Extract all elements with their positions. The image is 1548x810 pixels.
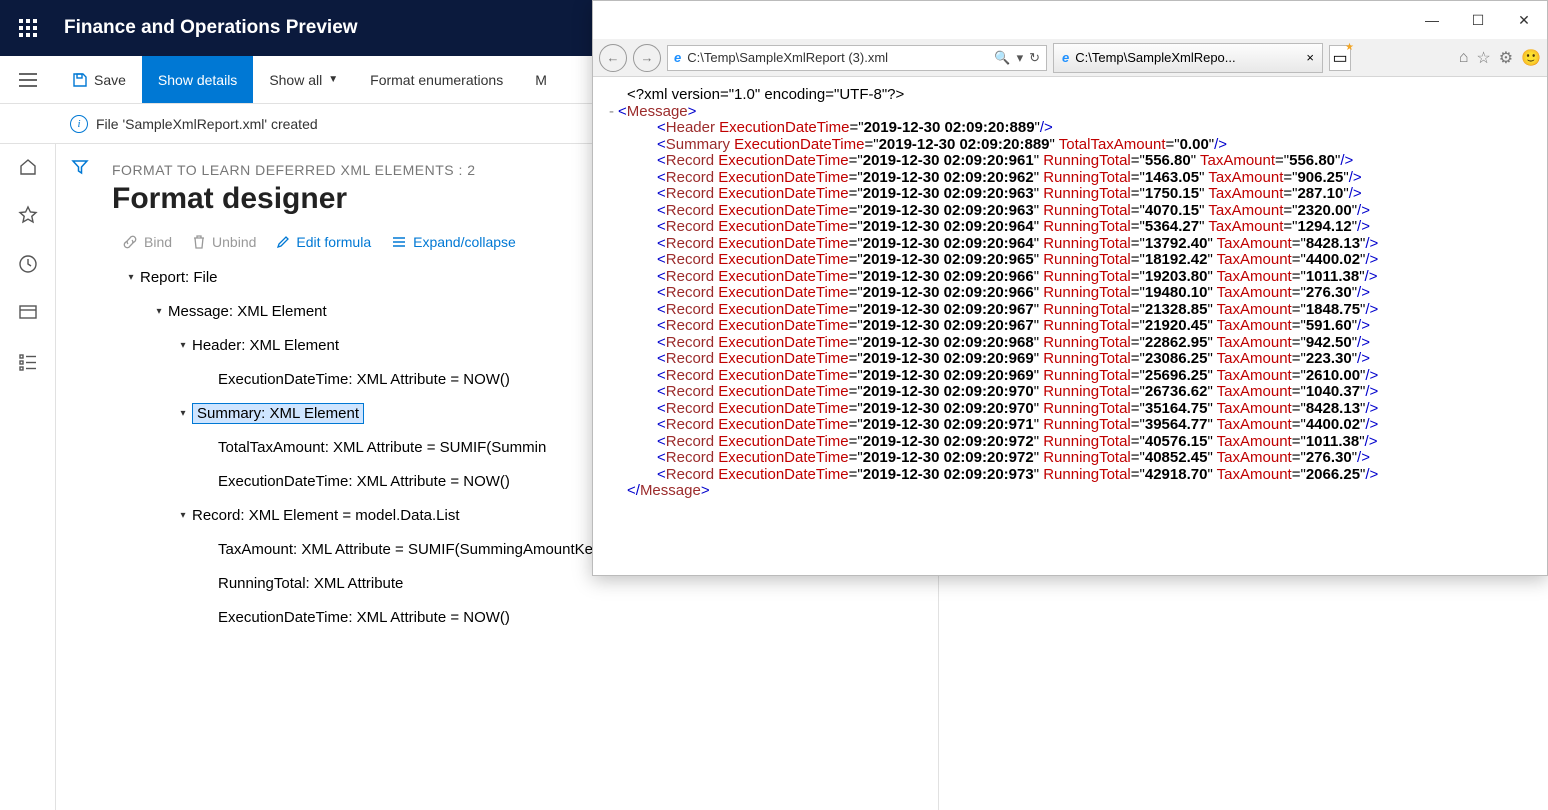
ie-logo-icon: e	[1062, 50, 1069, 65]
waffle-menu[interactable]	[0, 0, 56, 56]
save-icon	[72, 72, 88, 88]
tree-label: Message: XML Element	[168, 303, 327, 320]
tree-label: Summary: XML Element	[192, 403, 364, 424]
refresh-icon[interactable]: ↻	[1029, 50, 1040, 66]
home-icon[interactable]: ⌂	[1459, 49, 1469, 67]
address-bar[interactable]: e C:\Temp\SampleXmlReport (3).xml 🔍 ▾ ↻	[667, 45, 1047, 71]
home-icon[interactable]	[18, 156, 38, 181]
filter-icon[interactable]	[71, 158, 89, 810]
tools-icon[interactable]: ⚙	[1499, 48, 1513, 68]
hamburger-icon	[19, 73, 37, 87]
app-title: Finance and Operations Preview	[56, 17, 358, 39]
tree-label: Header: XML Element	[192, 337, 339, 354]
tree-label: ExecutionDateTime: XML Attribute = NOW()	[218, 473, 510, 490]
show-all-button[interactable]: Show all ▼	[253, 56, 354, 103]
save-button[interactable]: Save	[56, 56, 142, 103]
nav-forward[interactable]: →	[633, 44, 661, 72]
window-close[interactable]: ✕	[1501, 1, 1547, 39]
smiley-icon[interactable]: 🙂	[1521, 48, 1541, 68]
tab-close-icon[interactable]: ×	[1306, 50, 1314, 65]
url-display: C:\Temp\SampleXmlReport (3).xml	[687, 50, 888, 65]
recent-icon[interactable]	[18, 254, 38, 279]
expand-collapse-button[interactable]: Expand/collapse	[391, 234, 516, 250]
window-maximize[interactable]: ☐	[1455, 1, 1501, 39]
list-icon	[391, 236, 407, 248]
tree-label: Report: File	[140, 269, 218, 286]
caret-icon[interactable]: ▾	[176, 510, 190, 521]
xml-viewer[interactable]: <?xml version="1.0" encoding="UTF-8"?>-<…	[593, 77, 1547, 575]
tree-label: ExecutionDateTime: XML Attribute = NOW()	[218, 609, 510, 626]
info-message: File 'SampleXmlReport.xml' created	[96, 116, 318, 132]
tree-label: RunningTotal: XML Attribute	[218, 575, 403, 592]
tree-node[interactable]: ExecutionDateTime: XML Attribute = NOW()	[124, 600, 938, 634]
format-enumerations-button[interactable]: Format enumerations	[354, 56, 519, 103]
caret-icon[interactable]: ▾	[176, 340, 190, 351]
ie-logo-icon: e	[674, 50, 681, 65]
nav-back[interactable]: ←	[599, 44, 627, 72]
chevron-down-icon: ▼	[328, 74, 338, 85]
info-icon: i	[70, 115, 88, 133]
tab-title: C:\Temp\SampleXmlRepo...	[1075, 50, 1300, 65]
dropdown-icon[interactable]: ▾	[1017, 50, 1024, 66]
tree-label: TotalTaxAmount: XML Attribute = SUMIF(Su…	[218, 439, 546, 456]
caret-icon[interactable]: ▾	[176, 408, 190, 419]
link-icon	[122, 234, 138, 250]
ie-toolbar: ← → e C:\Temp\SampleXmlReport (3).xml 🔍 ▾…	[593, 39, 1547, 77]
filter-column	[56, 144, 104, 810]
trash-icon	[192, 234, 206, 250]
modules-icon[interactable]	[18, 352, 38, 377]
window-minimize[interactable]: —	[1409, 1, 1455, 39]
more-button[interactable]: M	[519, 56, 563, 103]
bind-button[interactable]: Bind	[122, 234, 172, 250]
tree-label: ExecutionDateTime: XML Attribute = NOW()	[218, 371, 510, 388]
waffle-icon	[19, 19, 37, 37]
unbind-button[interactable]: Unbind	[192, 234, 256, 250]
ie-titlebar[interactable]: — ☐ ✕	[593, 1, 1547, 39]
tree-label: Record: XML Element = model.Data.List	[192, 507, 459, 524]
browser-tab[interactable]: e C:\Temp\SampleXmlRepo... ×	[1053, 43, 1323, 73]
new-tab-button[interactable]: ▭★	[1329, 45, 1351, 71]
search-icon[interactable]: 🔍	[994, 50, 1010, 66]
show-details-button[interactable]: Show details	[142, 56, 253, 103]
nav-toggle[interactable]	[0, 56, 56, 103]
favorite-icon[interactable]	[18, 205, 38, 230]
caret-icon[interactable]: ▾	[152, 306, 166, 317]
nav-rail	[0, 144, 56, 810]
pencil-icon	[276, 235, 290, 249]
workspace-icon[interactable]	[18, 303, 38, 328]
favorites-icon[interactable]: ☆	[1476, 48, 1490, 68]
ie-window: — ☐ ✕ ← → e C:\Temp\SampleXmlReport (3).…	[592, 0, 1548, 576]
edit-formula-button[interactable]: Edit formula	[276, 234, 371, 250]
caret-icon[interactable]: ▾	[124, 272, 138, 283]
